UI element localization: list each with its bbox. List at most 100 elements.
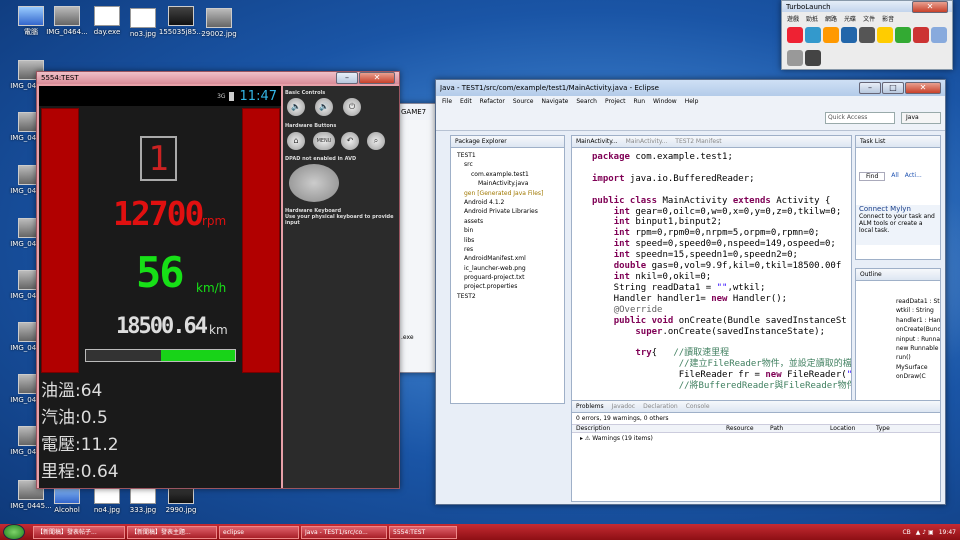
tab-task-list[interactable]: Task List	[860, 138, 885, 145]
app-launcher-icon[interactable]	[931, 27, 947, 43]
dpad-control[interactable]	[289, 164, 339, 202]
home-button[interactable]: ⌂	[287, 132, 305, 150]
taskbar-button[interactable]: 【新聞稿】發表主題...	[127, 525, 217, 539]
tree-item[interactable]: TEST1	[453, 151, 562, 160]
turbo-tab[interactable]: 文件	[863, 14, 875, 23]
turbo-tab[interactable]: 網路	[825, 14, 837, 23]
eclipse-titlebar[interactable]: Java - TEST1/src/com/example/test1/MainA…	[436, 80, 945, 96]
code-editor[interactable]: MainActivity... MainActivity... TEST2 Mani…	[571, 135, 852, 404]
close-button[interactable]: ✕	[912, 0, 948, 13]
taskbar-button[interactable]: 【新聞稿】發表帖子...	[33, 525, 125, 539]
menu-item[interactable]: Window	[653, 98, 677, 105]
tree-item[interactable]: assets	[453, 217, 562, 226]
outline-item[interactable]: onCreate(Bundle)	[896, 325, 940, 334]
outline-item[interactable]: handler1 : Handler	[896, 316, 940, 325]
tree-item[interactable]: gen [Generated Java Files]	[453, 189, 562, 198]
editor-tab[interactable]: TEST2 Manifest	[675, 138, 721, 145]
quick-access-input[interactable]: Quick Access	[825, 112, 895, 124]
tree-item[interactable]: Android Private Libraries	[453, 207, 562, 216]
app-launcher-icon[interactable]	[787, 27, 803, 43]
menu-item[interactable]: Project	[605, 98, 626, 105]
code-content[interactable]: package com.example.test1; import java.i…	[572, 148, 851, 392]
emulator-window[interactable]: 5554:TEST – ✕ 3G 11:47 1 12700 rpm 56 km…	[36, 71, 400, 489]
phone-screen[interactable]: 3G 11:47 1 12700 rpm 56 km/h 18500.64 km…	[39, 86, 281, 488]
app-launcher-icon[interactable]	[823, 27, 839, 43]
app-launcher-icon[interactable]	[787, 50, 803, 66]
emulator-titlebar[interactable]: 5554:TEST – ✕	[37, 72, 399, 84]
column-header[interactable]: Location	[830, 425, 855, 432]
column-header[interactable]: Resource	[726, 425, 754, 432]
game7-titlebar[interactable]: GAME7	[397, 104, 435, 120]
tree-item[interactable]: project.properties	[453, 282, 562, 291]
taskbar-button[interactable]: 5554:TEST	[389, 525, 457, 539]
taskbar-button[interactable]: Java - TEST1/src/co...	[301, 525, 387, 539]
outline-item[interactable]: ninput : Runnable	[896, 335, 940, 344]
app-launcher-icon[interactable]	[859, 27, 875, 43]
menu-item[interactable]: Help	[685, 98, 699, 105]
app-launcher-icon[interactable]	[895, 27, 911, 43]
outline-item[interactable]: onDraw(C	[896, 372, 938, 381]
app-launcher-icon[interactable]	[841, 27, 857, 43]
turbolaunch-titlebar[interactable]: TurboLaunch ✕	[782, 0, 952, 13]
app-launcher-icon[interactable]	[877, 27, 893, 43]
turbolaunch-window[interactable]: TurboLaunch ✕ 遊戲 勁抵 網路 光碟 文件 影音	[781, 0, 953, 70]
eclipse-window[interactable]: Java - TEST1/src/com/example/test1/MainA…	[435, 79, 946, 505]
minimize-button[interactable]: –	[336, 72, 358, 84]
maximize-button[interactable]: □	[882, 82, 904, 94]
desktop-icon[interactable]: 29002.jpg	[194, 8, 244, 38]
tree-item[interactable]: bin	[453, 226, 562, 235]
tree-item[interactable]: com.example.test1	[453, 170, 562, 179]
outline-item[interactable]: new Runnable	[896, 344, 938, 353]
task-acti-link[interactable]: Acti...	[905, 172, 922, 181]
task-find-input[interactable]: Find	[859, 172, 886, 181]
taskbar-button[interactable]: eclipse	[219, 525, 299, 539]
close-button[interactable]: ✕	[905, 82, 941, 94]
tab-console[interactable]: Console	[686, 403, 710, 410]
turbo-tab[interactable]: 遊戲	[787, 14, 799, 23]
tab-outline[interactable]: Outline	[860, 271, 882, 278]
volume-up-button[interactable]: 🔊	[315, 98, 333, 116]
column-header[interactable]: Path	[770, 425, 783, 432]
tree-item[interactable]: proguard-project.txt	[453, 273, 562, 282]
tray-clock[interactable]: 19:47	[939, 529, 956, 536]
power-button[interactable]: ⏻	[343, 98, 361, 116]
tab-problems[interactable]: Problems	[576, 403, 604, 410]
app-launcher-icon[interactable]	[805, 50, 821, 66]
menu-item[interactable]: Edit	[460, 98, 472, 105]
volume-down-button[interactable]: 🔈	[287, 98, 305, 116]
turbo-tab[interactable]: 影音	[882, 14, 894, 23]
turbo-tab[interactable]: 光碟	[844, 14, 856, 23]
app-launcher-icon[interactable]	[913, 27, 929, 43]
tab-declaration[interactable]: Declaration	[643, 403, 678, 410]
column-header[interactable]: Description	[576, 425, 610, 432]
start-button[interactable]	[3, 524, 25, 540]
turbo-tab[interactable]: 勁抵	[806, 14, 818, 23]
menu-item[interactable]: Navigate	[541, 98, 568, 105]
tree-item[interactable]: res	[453, 245, 562, 254]
menu-item[interactable]: Source	[513, 98, 534, 105]
tree-item[interactable]: AndroidManifest.xml	[453, 254, 562, 263]
problems-row[interactable]: ▸ ⚠ Warnings (19 items)	[572, 433, 940, 444]
column-header[interactable]: Type	[876, 425, 890, 432]
game7-window[interactable]: GAME7 .exe	[396, 103, 436, 373]
editor-tab[interactable]: MainActivity...	[576, 138, 618, 145]
task-all-link[interactable]: All	[891, 172, 898, 181]
java-perspective-button[interactable]: Java	[901, 112, 941, 124]
menu-item[interactable]: Run	[634, 98, 646, 105]
editor-tab[interactable]: MainActivity...	[626, 138, 668, 145]
outline-item[interactable]: run()	[896, 353, 938, 362]
tree-item[interactable]: TEST2	[453, 292, 562, 301]
app-launcher-icon[interactable]	[805, 27, 821, 43]
outline-item[interactable]: readData1 : String	[896, 297, 940, 306]
tree-item[interactable]: Android 4.1.2	[453, 198, 562, 207]
tree-item[interactable]: ic_launcher-web.png	[453, 264, 562, 273]
back-button[interactable]: ↶	[341, 132, 359, 150]
search-button[interactable]: ⌕	[367, 132, 385, 150]
menu-button[interactable]: MENU	[313, 132, 335, 150]
outline-item[interactable]: MySurface	[896, 363, 938, 372]
menu-item[interactable]: Refactor	[480, 98, 505, 105]
menu-item[interactable]: Search	[576, 98, 597, 105]
close-button[interactable]: ✕	[359, 72, 395, 84]
outline-item[interactable]: wtkil : String	[896, 306, 938, 315]
minimize-button[interactable]: –	[859, 82, 881, 94]
